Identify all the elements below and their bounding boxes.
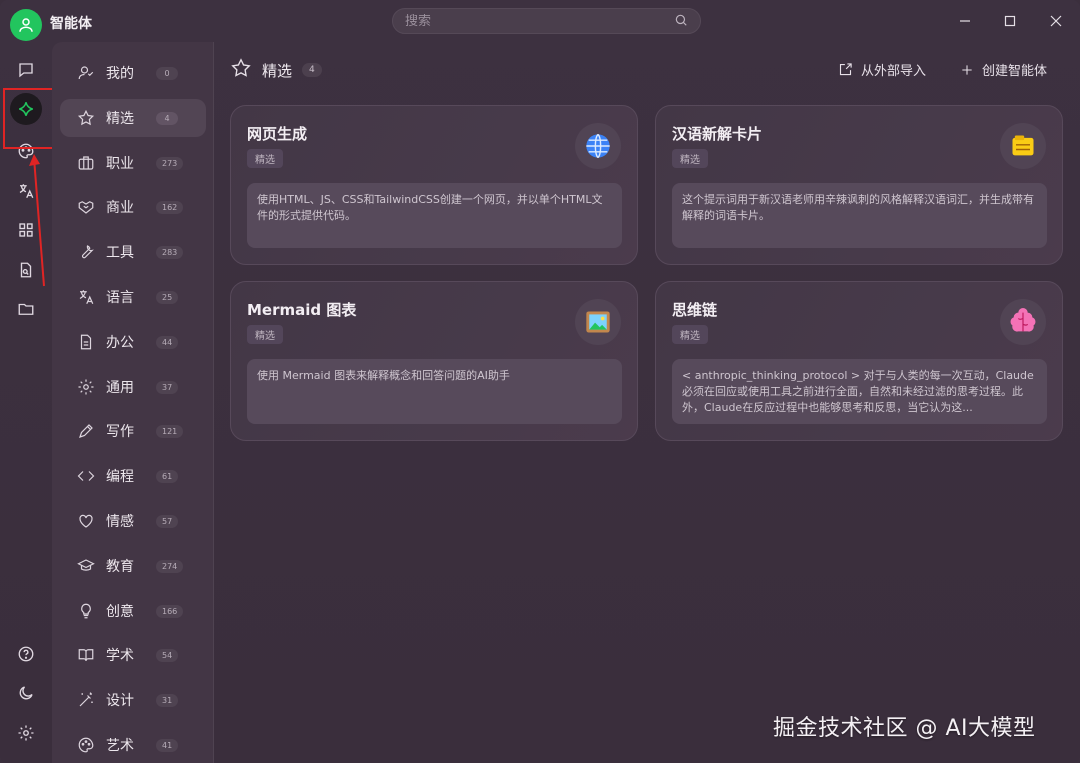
heart-icon [76,511,96,531]
settings-icon[interactable] [10,717,42,749]
app-window: 智能体 搜索 我的 0 精选 4 职业 273 商业 162 工具 283 语言… [0,0,1080,763]
card-description: 这个提示词用于新汉语老师用辛辣讽刺的风格解释汉语词汇，并生成带有解释的词语卡片。 [672,183,1047,248]
category-item[interactable]: 艺术 41 [60,726,206,763]
magic-wand-icon [76,690,96,710]
brain-icon [1000,299,1046,345]
category-item[interactable]: 教育 274 [60,547,206,585]
card-title: 网页生成 [247,125,308,143]
palette-icon [76,735,96,755]
minimize-button[interactable] [950,8,980,34]
category-item[interactable]: 职业 273 [60,144,206,182]
category-item[interactable]: 语言 25 [60,278,206,316]
page-count-badge: 4 [302,63,322,77]
page-title: 精选 [262,61,293,80]
create-agent-button[interactable]: 创建智能体 [960,60,1047,79]
search-bar[interactable] [392,8,701,34]
main-content: 精选 4 从外部导入 创建智能体 网页生成 精选 使用HTML、JS、CSS和T… [214,42,1080,763]
folder-icon[interactable] [10,293,42,325]
user-avatar-icon[interactable] [10,9,42,41]
agent-card[interactable]: 汉语新解卡片 精选 这个提示词用于新汉语老师用辛辣讽刺的风格解释汉语词汇，并生成… [655,105,1063,265]
briefcase-icon [76,153,96,173]
card-tag: 精选 [672,325,708,344]
card-description: 使用HTML、JS、CSS和TailwindCSS创建一个网页，并以单个HTML… [247,183,622,248]
main-header: 精选 4 [230,58,322,82]
import-icon [839,63,852,76]
card-title: 汉语新解卡片 [672,125,763,143]
globe-icon [575,123,621,169]
sparkle-icon[interactable] [10,93,42,125]
maximize-button[interactable] [995,8,1025,34]
palette-icon[interactable] [10,135,42,167]
category-item[interactable]: 编程 61 [60,457,206,495]
pen-icon [76,421,96,441]
apps-grid-icon[interactable] [10,214,42,246]
category-item[interactable]: 通用 37 [60,368,206,406]
watermark: 掘金技术社区 @ AI大模型 [773,716,1036,741]
card-tag: 精选 [672,149,708,168]
card-index-icon [1000,123,1046,169]
help-icon[interactable] [10,638,42,670]
category-panel: 我的 0 精选 4 职业 273 商业 162 工具 283 语言 25 办公 … [52,42,214,763]
agent-card[interactable]: 思维链 精选 < anthropic_thinking_protocol > 对… [655,281,1063,441]
icon-rail [0,42,52,763]
framed-picture-icon [575,299,621,345]
category-item[interactable]: 设计 31 [60,681,206,719]
search-input[interactable] [405,13,674,29]
category-item[interactable]: 工具 283 [60,233,206,271]
star-icon [76,108,96,128]
category-item[interactable]: 我的 0 [60,54,206,92]
translate-icon[interactable] [10,175,42,207]
category-item-selected[interactable]: 精选 4 [60,99,206,137]
agent-card[interactable]: 网页生成 精选 使用HTML、JS、CSS和TailwindCSS创建一个网页，… [230,105,638,265]
category-item[interactable]: 办公 44 [60,323,206,361]
wrench-icon [76,242,96,262]
import-button[interactable]: 从外部导入 [838,60,926,79]
agent-card[interactable]: Mermaid 图表 精选 使用 Mermaid 图表来解释概念和回答问题的AI… [230,281,638,441]
card-tag: 精选 [247,149,283,168]
card-title: Mermaid 图表 [247,301,357,319]
app-title: 智能体 [50,16,92,32]
chat-icon[interactable] [10,54,42,86]
graduation-cap-icon [76,556,96,576]
card-description: 使用 Mermaid 图表来解释概念和回答问题的AI助手 [247,359,622,424]
gear-icon [76,377,96,397]
moon-icon[interactable] [10,677,42,709]
star-icon [230,57,252,83]
user-icon [76,63,96,83]
document-search-icon[interactable] [10,254,42,286]
document-icon [76,332,96,352]
card-description: < anthropic_thinking_protocol > 对于与人类的每一… [672,359,1047,424]
category-item[interactable]: 创意 166 [60,592,206,630]
handshake-icon [76,197,96,217]
category-item[interactable]: 学术 54 [60,636,206,674]
search-icon[interactable] [674,12,688,31]
category-item[interactable]: 情感 57 [60,502,206,540]
lightbulb-icon [76,601,96,621]
plus-icon [962,64,972,75]
category-item[interactable]: 写作 121 [60,412,206,450]
book-icon [76,645,96,665]
card-tag: 精选 [247,325,283,344]
close-button[interactable] [1041,8,1071,34]
translate-icon [76,287,96,307]
code-icon [76,466,96,486]
category-item[interactable]: 商业 162 [60,188,206,226]
card-title: 思维链 [672,301,718,319]
title-bar: 智能体 [0,0,1080,42]
